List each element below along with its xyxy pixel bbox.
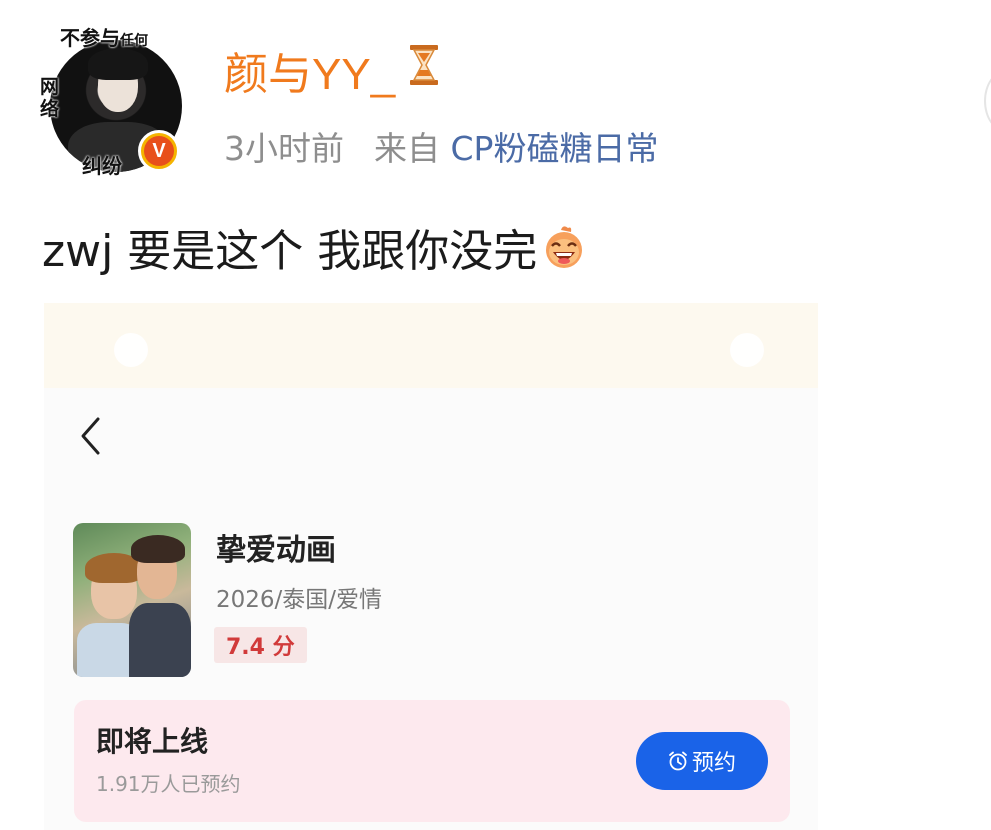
embedded-screenshot[interactable]: 挚爱动画 2026/泰国/爱情 7.4 分 即将上线 1.91万人已预约 预约: [44, 303, 818, 830]
rating-badge: 7.4 分: [214, 627, 307, 663]
reserve-button-label: 预约: [691, 751, 736, 776]
reserve-button[interactable]: 预约: [636, 732, 768, 790]
avatar-overlay-bottom: 纠纷: [82, 154, 122, 178]
reservation-count: 1.91万人已预约: [96, 772, 241, 796]
anime-poster[interactable]: [73, 523, 191, 677]
hourglass-icon: [409, 44, 439, 96]
anime-info: 2026/泰国/爱情: [216, 587, 383, 613]
anime-title: 挚爱动画: [216, 533, 336, 568]
coming-soon-title: 即将上线: [96, 725, 209, 758]
more-options-icon[interactable]: [984, 70, 991, 132]
alarm-clock-icon: [668, 751, 688, 771]
screenshot-status-bar: [44, 303, 818, 388]
author-name[interactable]: 颜与YY_: [224, 38, 395, 102]
post-source-link[interactable]: CP粉磕糖日常: [451, 129, 659, 168]
author-avatar[interactable]: 不参与任何 网络 纠纷 V: [40, 18, 190, 183]
back-arrow-icon[interactable]: [78, 415, 102, 457]
post-text: zwj 要是这个 我跟你没完: [42, 226, 538, 277]
avatar-overlay-left: 网络: [40, 76, 60, 120]
grinning-emoji-icon: [541, 224, 587, 270]
author-name-row[interactable]: 颜与YY_: [224, 38, 439, 102]
verified-badge-icon: V: [138, 130, 180, 172]
post-from-label: 来自: [374, 129, 440, 168]
post-body: zwj 要是这个 我跟你没完: [42, 215, 587, 279]
post-meta: 3小时前 来自 CP粉磕糖日常: [224, 122, 658, 170]
avatar-overlay-top: 不参与任何: [60, 26, 148, 50]
post-time: 3小时前: [224, 129, 344, 168]
verified-badge-letter: V: [144, 136, 174, 166]
coming-soon-card: 即将上线 1.91万人已预约 预约: [74, 700, 790, 822]
